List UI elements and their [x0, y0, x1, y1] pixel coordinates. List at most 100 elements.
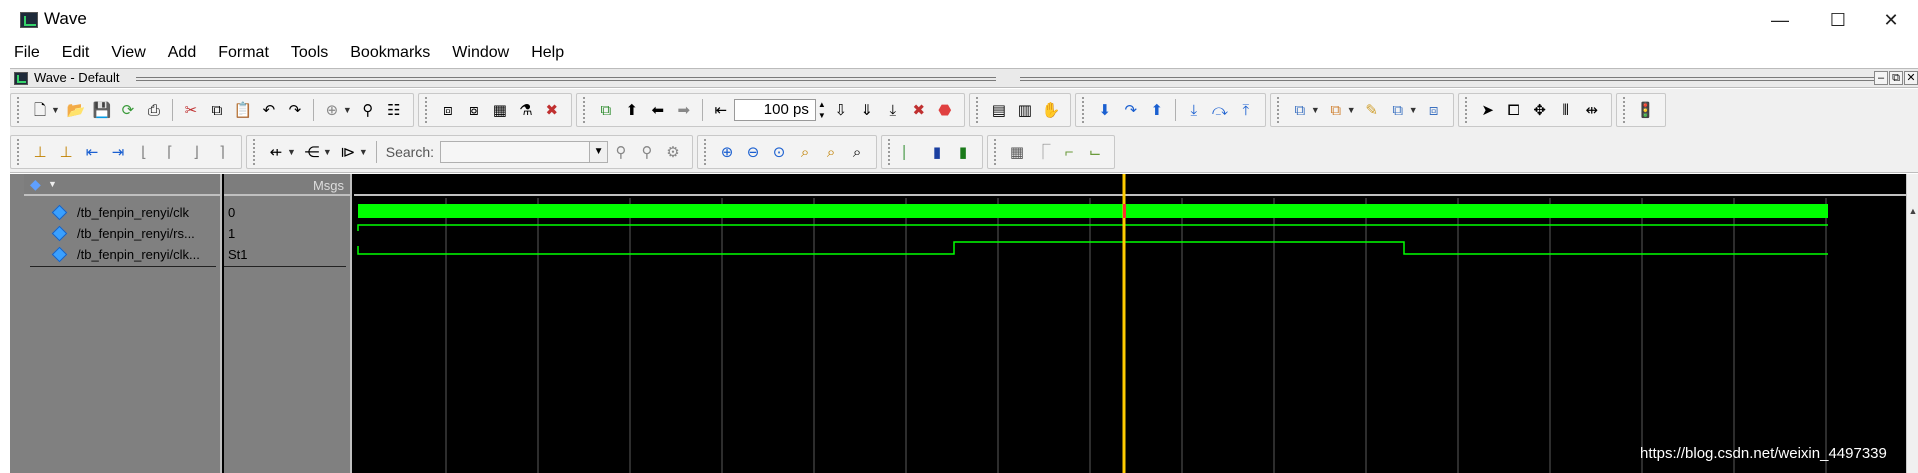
- search-options-icon[interactable]: ⚙: [662, 141, 684, 163]
- find-binoculars-icon[interactable]: ⚲: [357, 99, 379, 121]
- reload-icon[interactable]: ⟳: [117, 99, 139, 121]
- coverage-icon[interactable]: ▤: [988, 99, 1010, 121]
- chevron-down-icon[interactable]: ▼: [1409, 105, 1418, 115]
- toolbar-grip[interactable]: [888, 139, 892, 165]
- toolbar-grip[interactable]: [994, 139, 998, 165]
- wave-insert-icon[interactable]: ⧉: [1289, 99, 1311, 121]
- arrow-up-icon[interactable]: ⬆: [621, 99, 643, 121]
- scroll-up-arrow-icon[interactable]: ▲: [1907, 204, 1918, 218]
- menu-format[interactable]: Format: [218, 44, 269, 62]
- zoom-between-cursors-icon[interactable]: ⌕: [820, 141, 842, 163]
- menu-add[interactable]: Add: [168, 44, 196, 62]
- minimize-button[interactable]: —: [1757, 0, 1803, 40]
- step-out-thread-icon[interactable]: ⤒: [1235, 99, 1257, 121]
- wave-palette-icon[interactable]: ◆: [30, 176, 41, 193]
- signal-row[interactable]: /tb_fenpin_renyi/clk: [24, 202, 189, 223]
- menu-edit[interactable]: Edit: [62, 44, 90, 62]
- subwindow-restore-button[interactable]: ⧉: [1889, 71, 1903, 85]
- paste-icon[interactable]: 📋: [232, 99, 254, 121]
- signal-row[interactable]: /tb_fenpin_renyi/rs...: [24, 223, 195, 244]
- wave-delete-icon[interactable]: ⧉: [1325, 99, 1347, 121]
- toolbar-grip[interactable]: [1622, 97, 1627, 123]
- menu-tools[interactable]: Tools: [291, 44, 328, 62]
- break-icon[interactable]: ✖: [541, 99, 563, 121]
- toolbar-grip[interactable]: [1081, 97, 1086, 123]
- save-icon[interactable]: 💾: [91, 99, 113, 121]
- zoom-cursor-icon[interactable]: ⌕: [794, 141, 816, 163]
- chevron-down-icon[interactable]: ▼: [51, 105, 60, 115]
- copy-icon[interactable]: ⧉: [206, 99, 228, 121]
- chevron-down-icon[interactable]: ▼: [343, 105, 352, 115]
- undo-icon[interactable]: ↶: [258, 99, 280, 121]
- redo-icon[interactable]: ↷: [284, 99, 306, 121]
- signal-names-pane[interactable]: ◆ ▼ /tb_fenpin_renyi/clk /tb_fenpin_reny…: [24, 174, 222, 473]
- traffic-light-icon[interactable]: 🚦: [1635, 99, 1657, 121]
- chevron-down-icon[interactable]: ▼: [1311, 105, 1320, 115]
- menu-help[interactable]: Help: [531, 44, 564, 62]
- run-length-input[interactable]: 100 ps: [733, 99, 816, 121]
- close-button[interactable]: ✕: [1868, 0, 1914, 40]
- find-rising-edge-icon[interactable]: ⌈: [159, 141, 181, 163]
- select-pointer-icon[interactable]: ➤: [1477, 99, 1499, 121]
- menu-window[interactable]: Window: [452, 44, 509, 62]
- run-icon[interactable]: ⇩: [830, 99, 852, 121]
- hierarchy-icon[interactable]: ☷: [383, 99, 405, 121]
- open-folder-icon[interactable]: 📂: [65, 99, 87, 121]
- step-over-thread-icon[interactable]: ⤼: [1209, 99, 1231, 121]
- dataflow-icon[interactable]: ⚗: [515, 99, 537, 121]
- run-all-icon[interactable]: ⤓: [882, 99, 904, 121]
- wave-fall-icon[interactable]: ⌙: [1084, 141, 1106, 163]
- compile-icon[interactable]: ⊕: [321, 99, 343, 121]
- layer-icon[interactable]: ⧈: [437, 99, 459, 121]
- names-header[interactable]: ◆ ▼: [24, 174, 220, 196]
- search-next-icon[interactable]: ⚲: [610, 141, 632, 163]
- menu-bookmarks[interactable]: Bookmarks: [350, 44, 430, 62]
- chevron-down-icon[interactable]: ▼: [48, 179, 57, 189]
- hand-pan-icon[interactable]: ✋: [1040, 99, 1062, 121]
- continue-icon[interactable]: ⇓: [856, 99, 878, 121]
- zoom-full-icon[interactable]: ⊙: [768, 141, 790, 163]
- restart-icon[interactable]: ⇤: [710, 99, 732, 121]
- expand-icon[interactable]: ⇷: [265, 141, 287, 163]
- stretch-mode-icon[interactable]: ⇹: [1581, 99, 1603, 121]
- chevron-down-icon[interactable]: ▼: [1347, 105, 1356, 115]
- toolbar-grip[interactable]: [17, 139, 21, 165]
- layer-edit-icon[interactable]: ⧇: [463, 99, 485, 121]
- zoom-in-icon[interactable]: ⊕: [716, 141, 738, 163]
- subwindow-close-button[interactable]: ✕: [1904, 71, 1918, 85]
- run-length-spinner[interactable]: ▲ ▼: [816, 99, 828, 121]
- environment-icon[interactable]: ⧉: [595, 99, 617, 121]
- chevron-down-icon[interactable]: ▼: [323, 147, 332, 157]
- maximize-button[interactable]: ☐: [1815, 0, 1861, 40]
- arrow-left-icon[interactable]: ⬅: [647, 99, 669, 121]
- cut-icon[interactable]: ✂: [180, 99, 202, 121]
- menu-view[interactable]: View: [111, 44, 145, 62]
- toolbar-grip[interactable]: [253, 139, 257, 165]
- next-edge-icon[interactable]: ⇥: [107, 141, 129, 163]
- cause-trace-icon[interactable]: ⧐: [337, 141, 359, 163]
- memory-icon[interactable]: ▦: [489, 99, 511, 121]
- chevron-down-icon[interactable]: ▼: [287, 147, 296, 157]
- step-over-icon[interactable]: ↷: [1120, 99, 1142, 121]
- insert-cursor-icon[interactable]: ⊥: [29, 141, 51, 163]
- wave-grid-icon[interactable]: ▦: [1006, 141, 1028, 163]
- wave-rise-icon[interactable]: ⌐: [1058, 141, 1080, 163]
- zoom-mode-icon[interactable]: ⧠: [1503, 99, 1525, 121]
- wave-edit-icon[interactable]: ✎: [1361, 99, 1383, 121]
- toolbar-grip[interactable]: [424, 97, 429, 123]
- edit-mode-icon[interactable]: ⫴: [1555, 99, 1577, 121]
- find-edge-forward-icon[interactable]: ⌉: [211, 141, 233, 163]
- wave-step-icon[interactable]: ⎾: [1032, 141, 1054, 163]
- delete-cursor-icon[interactable]: ⊥: [55, 141, 77, 163]
- wave-copy-icon[interactable]: ⧉: [1387, 99, 1409, 121]
- signal-bar-green-icon[interactable]: ▮: [952, 141, 974, 163]
- coverage-edit-icon[interactable]: ▥: [1014, 99, 1036, 121]
- step-into-thread-icon[interactable]: ⤓: [1183, 99, 1205, 121]
- step-out-icon[interactable]: ⬆: [1146, 99, 1168, 121]
- signal-values-pane[interactable]: Msgs 0 1 St1: [224, 174, 352, 473]
- subwindow-minimize-button[interactable]: –: [1874, 71, 1888, 85]
- zoom-range-icon[interactable]: ⌕: [846, 141, 868, 163]
- break-sim-icon[interactable]: ✖: [908, 99, 930, 121]
- arrow-right-icon[interactable]: ➡: [673, 99, 695, 121]
- toolbar-grip[interactable]: [1276, 97, 1281, 123]
